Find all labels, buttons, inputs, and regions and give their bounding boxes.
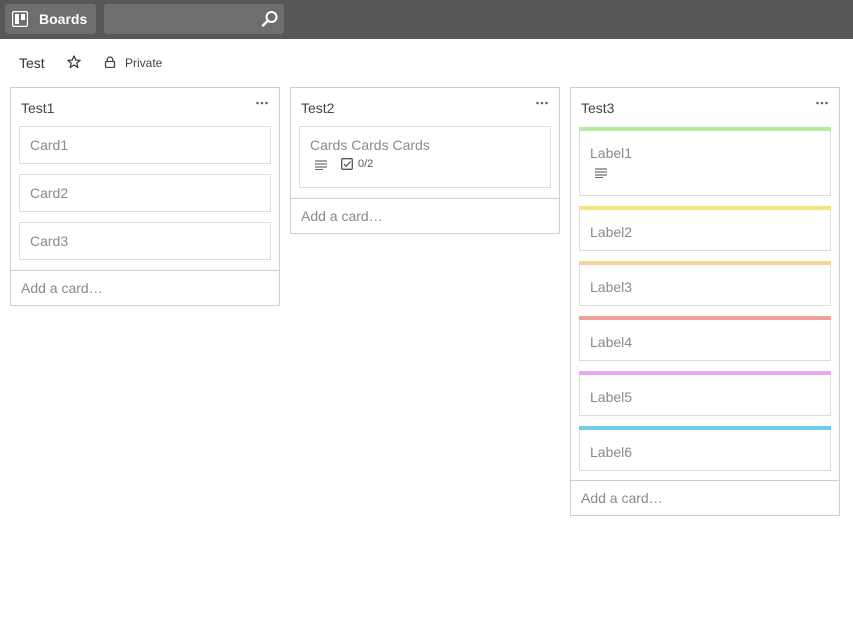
add-card-button[interactable]: Add a card… [21, 280, 103, 296]
list-test2: Test2 Cards Cards Cards 0/2 Add a card… [290, 87, 560, 234]
card-title: Label3 [590, 279, 633, 295]
card-title: Cards Cards Cards [310, 137, 430, 153]
card-title: Label4 [590, 334, 633, 350]
card-item[interactable]: Card2 [19, 174, 271, 212]
add-card-button[interactable]: Add a card… [301, 208, 383, 224]
ellipsis-icon[interactable] [255, 98, 269, 108]
label-bar [579, 206, 831, 210]
list-title[interactable]: Test2 [301, 100, 334, 116]
list-title[interactable]: Test1 [21, 100, 54, 116]
boards-button[interactable]: Boards [5, 4, 96, 34]
card-title: Label5 [590, 389, 633, 405]
card-title: Label2 [590, 224, 633, 240]
card-title: Label6 [590, 444, 633, 460]
list-test1: Test1 Card1 Card2 Card3 Add a card… [10, 87, 280, 306]
top-bar: Boards [0, 0, 853, 39]
card-item[interactable]: Label2 [579, 206, 831, 251]
card-title: Card3 [30, 233, 69, 249]
card-item[interactable]: Label1 [579, 127, 831, 196]
search-icon[interactable] [261, 10, 279, 28]
card-title: Card2 [30, 185, 69, 201]
card-title: Label1 [590, 145, 633, 161]
search-input[interactable] [104, 4, 254, 34]
star-icon[interactable] [67, 55, 81, 69]
description-icon [595, 168, 607, 178]
add-card-button[interactable]: Add a card… [581, 490, 663, 506]
label-bar [579, 261, 831, 265]
board-title[interactable]: Test [19, 55, 45, 71]
ellipsis-icon[interactable] [535, 98, 549, 108]
list-footer: Add a card… [11, 270, 279, 305]
card-item[interactable]: Label3 [579, 261, 831, 306]
search-box[interactable] [104, 4, 284, 34]
checklist-count: 0/2 [358, 158, 374, 170]
ellipsis-icon[interactable] [815, 98, 829, 108]
card-item[interactable]: Cards Cards Cards 0/2 [299, 126, 551, 188]
description-icon [315, 160, 327, 170]
checklist-icon [341, 158, 353, 170]
boards-icon [12, 11, 28, 27]
card-item[interactable]: Card3 [19, 222, 271, 260]
board-header: Test Private [0, 39, 853, 87]
lock-icon[interactable] [104, 56, 116, 68]
card-item[interactable]: Label4 [579, 316, 831, 361]
label-bar [579, 127, 831, 131]
label-bar [579, 426, 831, 430]
list-title[interactable]: Test3 [581, 100, 614, 116]
privacy-label[interactable]: Private [125, 56, 162, 70]
list-footer: Add a card… [571, 480, 839, 515]
label-bar [579, 371, 831, 375]
card-item[interactable]: Label5 [579, 371, 831, 416]
label-bar [579, 316, 831, 320]
list-test3: Test3 Label1 Label2 Label3 Label4 Label5… [570, 87, 840, 516]
card-item[interactable]: Card1 [19, 126, 271, 164]
boards-label: Boards [39, 11, 88, 27]
card-item[interactable]: Label6 [579, 426, 831, 471]
list-footer: Add a card… [291, 198, 559, 233]
card-title: Card1 [30, 137, 69, 153]
